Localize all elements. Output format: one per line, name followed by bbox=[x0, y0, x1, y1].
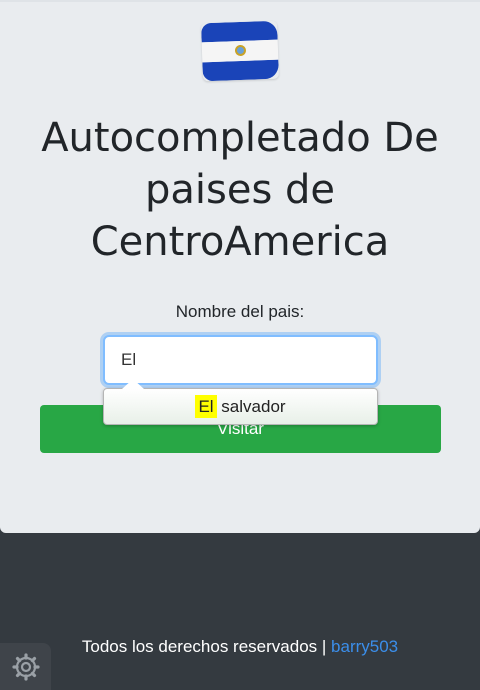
author-link[interactable]: barry503 bbox=[331, 637, 398, 656]
country-name-label: Nombre del pais: bbox=[175, 302, 305, 321]
suggestion-match: El bbox=[195, 395, 217, 418]
el-salvador-flag-icon bbox=[201, 20, 279, 82]
page-title: Autocompletado De paises de CentroAmeric… bbox=[41, 115, 439, 265]
settings-widget[interactable] bbox=[0, 643, 51, 690]
footer-copyright: Todos los derechos reservados | bbox=[81, 637, 327, 656]
gear-icon bbox=[11, 652, 40, 681]
suggestion-rest: salvador bbox=[221, 397, 286, 416]
footer: Todos los derechos reservados | barry503 bbox=[0, 637, 480, 657]
country-input[interactable]: El bbox=[103, 335, 378, 385]
dropdown-caret bbox=[122, 379, 144, 389]
main-card: Autocompletado De paises de CentroAmeric… bbox=[0, 0, 480, 533]
autocomplete-suggestion[interactable]: El salvador bbox=[103, 379, 378, 425]
